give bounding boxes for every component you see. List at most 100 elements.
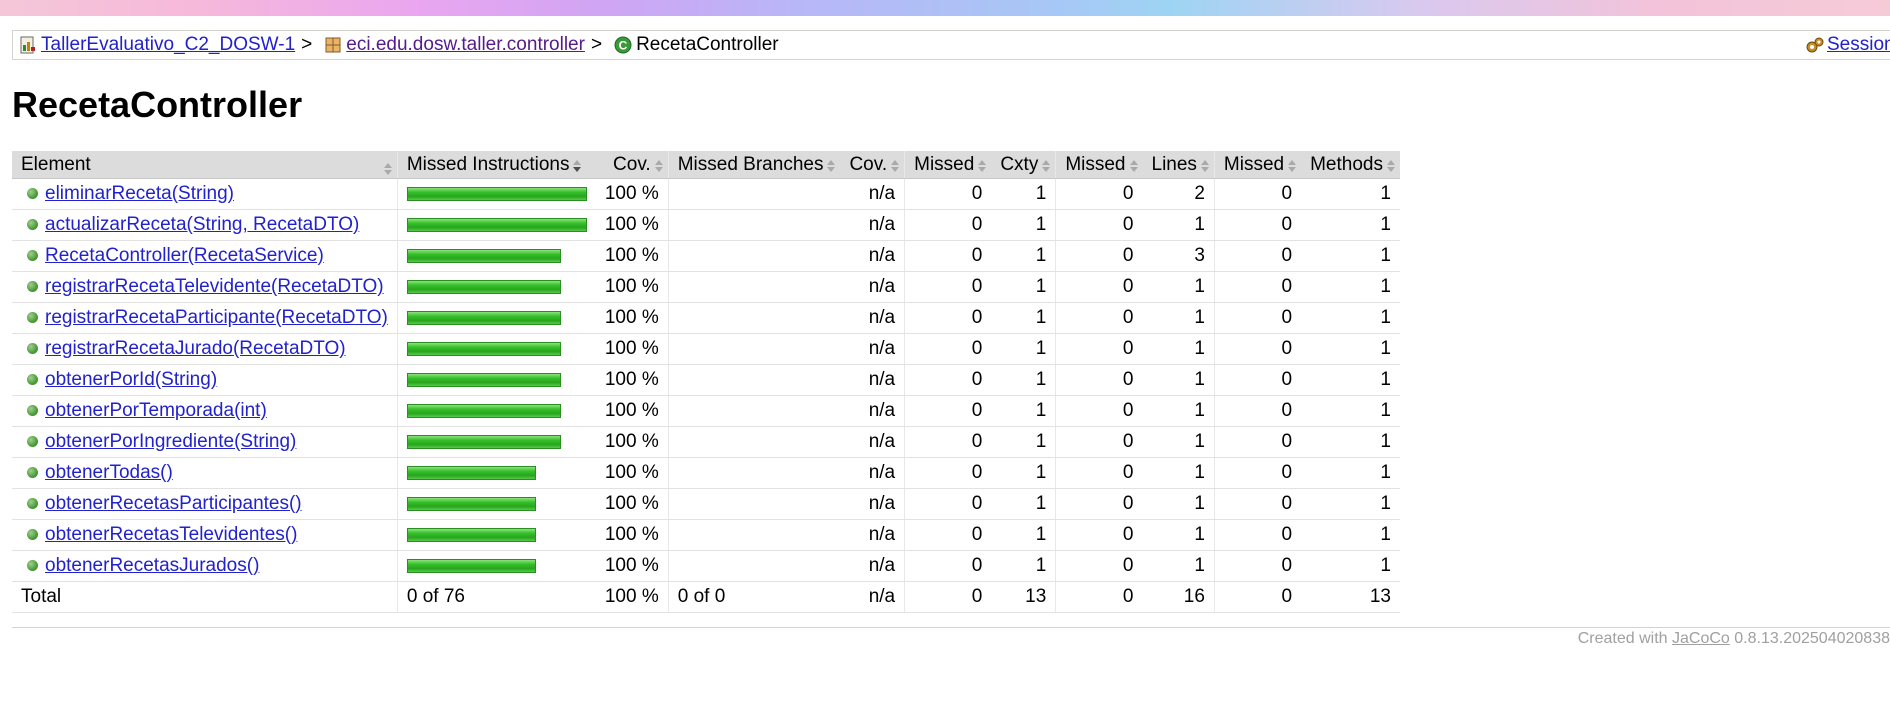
total-missed-instructions: 0 of 76 xyxy=(397,581,596,613)
session-link[interactable]: Session xyxy=(1827,34,1890,56)
breadcrumb-package-link[interactable]: eci.edu.dosw.taller.controller xyxy=(346,34,585,56)
complexity-cell: 1 xyxy=(991,302,1057,334)
missed-instructions-cell xyxy=(397,209,596,241)
footer: Created with JaCoCo 0.8.13.202504020838 xyxy=(1578,630,1890,648)
branch-coverage-cell: n/a xyxy=(840,271,906,303)
method-link[interactable]: obtenerTodas() xyxy=(45,462,173,483)
jacoco-link[interactable]: JaCoCo xyxy=(1672,630,1730,647)
coverage-bar xyxy=(406,434,561,449)
method-link[interactable]: eliminarReceta(String) xyxy=(45,183,234,204)
method-link[interactable]: actualizarReceta(String, RecetaDTO) xyxy=(45,214,359,235)
total-instruction-coverage: 100 % xyxy=(595,581,669,613)
instruction-coverage-cell: 100 % xyxy=(595,457,669,489)
coverage-bar xyxy=(406,248,561,263)
method-dot-icon xyxy=(27,219,38,231)
column-header-missed-lines[interactable]: Missed xyxy=(1055,151,1143,179)
session-icon xyxy=(1805,36,1824,54)
method-link[interactable]: obtenerPorId(String) xyxy=(45,369,217,390)
lines-cell: 2 xyxy=(1142,178,1215,210)
methods-cell: 1 xyxy=(1301,457,1400,489)
column-header-lines[interactable]: Lines xyxy=(1142,151,1215,179)
complexity-cell: 1 xyxy=(991,519,1057,551)
missed-methods-cell: 0 xyxy=(1214,364,1302,396)
missed-instructions-cell xyxy=(397,488,596,520)
element-cell: registrarRecetaParticipante(RecetaDTO) xyxy=(12,302,398,334)
method-dot-icon xyxy=(27,281,38,293)
missed-lines-cell: 0 xyxy=(1055,426,1143,458)
sort-arrows-icon xyxy=(826,157,836,173)
column-header-methods[interactable]: Methods xyxy=(1301,151,1400,179)
coverage-bar xyxy=(406,403,561,418)
missed-branches-cell xyxy=(668,364,841,396)
missed-lines-cell: 0 xyxy=(1055,240,1143,272)
method-link[interactable]: RecetaController(RecetaService) xyxy=(45,245,324,266)
total-complexity: 13 xyxy=(991,581,1057,613)
missed-branches-cell xyxy=(668,333,841,365)
method-link[interactable]: registrarRecetaJurado(RecetaDTO) xyxy=(45,338,346,359)
missed-methods-cell: 0 xyxy=(1214,178,1302,210)
report-icon xyxy=(19,36,37,54)
instruction-coverage-cell: 100 % xyxy=(595,550,669,582)
table-row: registrarRecetaTelevidente(RecetaDTO) 100… xyxy=(12,271,1400,303)
instruction-coverage-cell: 100 % xyxy=(595,209,669,241)
method-link[interactable]: registrarRecetaTelevidente(RecetaDTO) xyxy=(45,276,384,297)
lines-cell: 1 xyxy=(1142,550,1215,582)
branch-coverage-cell: n/a xyxy=(840,364,906,396)
column-header-missed-methods[interactable]: Missed xyxy=(1214,151,1302,179)
branch-coverage-cell: n/a xyxy=(840,457,906,489)
method-dot-icon xyxy=(27,529,38,541)
methods-cell: 1 xyxy=(1301,488,1400,520)
column-header-branch-coverage[interactable]: Cov. xyxy=(840,151,906,179)
method-link[interactable]: registrarRecetaParticipante(RecetaDTO) xyxy=(45,307,388,328)
missed-branches-cell xyxy=(668,457,841,489)
method-dot-icon xyxy=(27,374,38,386)
missed-instructions-cell xyxy=(397,333,596,365)
missed-lines-cell: 0 xyxy=(1055,209,1143,241)
lines-cell: 1 xyxy=(1142,333,1215,365)
missed-methods-cell: 0 xyxy=(1214,488,1302,520)
total-methods: 13 xyxy=(1301,581,1400,613)
method-dot-icon xyxy=(27,312,38,324)
total-row: Total 0 of 76 100 % 0 of 0 n/a 0 13 0 16… xyxy=(12,581,1400,613)
instruction-coverage-cell: 100 % xyxy=(595,178,669,210)
lines-cell: 1 xyxy=(1142,519,1215,551)
complexity-cell: 1 xyxy=(991,333,1057,365)
method-link[interactable]: obtenerPorTemporada(int) xyxy=(45,400,267,421)
column-header-element[interactable]: Element xyxy=(12,151,398,179)
missed-branches-cell xyxy=(668,426,841,458)
coverage-bar xyxy=(406,217,587,232)
missed-instructions-cell xyxy=(397,457,596,489)
total-missed-methods: 0 xyxy=(1214,581,1302,613)
element-cell: registrarRecetaTelevidente(RecetaDTO) xyxy=(12,271,398,303)
column-header-missed-branches[interactable]: Missed Branches xyxy=(668,151,841,179)
missed-lines-cell: 0 xyxy=(1055,333,1143,365)
total-missed-complexity: 0 xyxy=(904,581,992,613)
missed-instructions-cell xyxy=(397,426,596,458)
column-header-missed-instructions[interactable]: Missed Instructions xyxy=(397,151,596,179)
method-link[interactable]: obtenerRecetasTelevidentes() xyxy=(45,524,297,545)
column-header-complexity[interactable]: Cxty xyxy=(991,151,1057,179)
column-header-instruction-coverage[interactable]: Cov. xyxy=(595,151,669,179)
instruction-coverage-cell: 100 % xyxy=(595,426,669,458)
total-missed-lines: 0 xyxy=(1055,581,1143,613)
missed-instructions-cell xyxy=(397,271,596,303)
method-link[interactable]: obtenerPorIngrediente(String) xyxy=(45,431,296,452)
method-link[interactable]: obtenerRecetasParticipantes() xyxy=(45,493,302,514)
branch-coverage-cell: n/a xyxy=(840,426,906,458)
breadcrumb-separator: > xyxy=(590,34,603,55)
complexity-cell: 1 xyxy=(991,488,1057,520)
lines-cell: 1 xyxy=(1142,209,1215,241)
method-dot-icon xyxy=(27,467,38,479)
branch-coverage-cell: n/a xyxy=(840,302,906,334)
table-row: obtenerPorTemporada(int) 100 % n/a 0 1 0 1 0 1 xyxy=(12,395,1400,427)
missed-branches-cell xyxy=(668,302,841,334)
table-row: obtenerRecetasParticipantes() 100 % n/a 0 1 0… xyxy=(12,488,1400,520)
missed-methods-cell: 0 xyxy=(1214,395,1302,427)
instruction-coverage-cell: 100 % xyxy=(595,364,669,396)
breadcrumb-project-link[interactable]: TallerEvaluativo_C2_DOSW-1 xyxy=(41,34,295,56)
method-link[interactable]: obtenerRecetasJurados() xyxy=(45,555,259,576)
complexity-cell: 1 xyxy=(991,271,1057,303)
table-row: obtenerRecetasJurados() 100 % n/a 0 1 0 1 0 1 xyxy=(12,550,1400,582)
column-header-missed-complexity[interactable]: Missed xyxy=(904,151,992,179)
total-label: Total xyxy=(12,581,398,613)
